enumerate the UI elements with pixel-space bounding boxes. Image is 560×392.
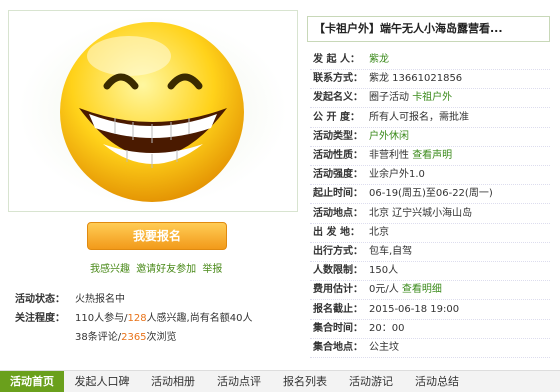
detail-row: 活动地点： 北京 辽宁兴城小海山岛 [313, 204, 472, 224]
detail-key: 发起名义： [313, 92, 363, 103]
detail-row: 活动强度： 业余户外1.0 [313, 165, 425, 185]
detail-key: 起止时间： [313, 188, 363, 199]
detail-row: 费用估计： 0元/人 查看明细 [313, 280, 442, 300]
detail-value: 北京 [369, 227, 389, 238]
detail-link[interactable]: 查看声明 [412, 150, 452, 161]
smiley-face-image [19, 16, 287, 206]
detail-value: 06-19(周五)至06-22(周一) [369, 188, 493, 199]
interested-count[interactable]: 128 [127, 313, 146, 324]
detail-key: 报名截止： [313, 304, 363, 315]
attention-level: 关注程度： 110人参与/128人感兴趣,尚有名额40人 [15, 309, 252, 324]
detail-value: 150人 [369, 265, 399, 276]
detail-key: 活动性质： [313, 150, 363, 161]
detail-row: 联系方式： 紫龙 13661021856 [313, 69, 462, 89]
invite-friends-link[interactable]: 邀请好友参加 [136, 264, 196, 275]
detail-link[interactable]: 紫龙 [369, 54, 389, 65]
tab-reviews[interactable]: 活动点评 [206, 371, 272, 392]
detail-value: 2015-06-18 19:00 [369, 304, 460, 315]
attention-level-line2: 38条评论/2365次浏览 [75, 332, 177, 343]
detail-key: 出行方式： [313, 246, 363, 257]
tab-organizer-reputation[interactable]: 发起人口碑 [64, 371, 140, 392]
detail-link[interactable]: 卡祖户外 [412, 92, 452, 103]
activity-photo-frame [8, 10, 298, 212]
tab-bar: 活动首页 发起人口碑 活动相册 活动点评 报名列表 活动游记 活动总结 [0, 370, 560, 392]
detail-value: 紫龙 13661021856 [369, 73, 463, 84]
detail-row: 起止时间： 06-19(周五)至06-22(周一) [313, 184, 493, 204]
view-count: 2365 [121, 332, 147, 343]
detail-value: 圈子活动 [369, 92, 413, 103]
detail-key: 活动类型： [313, 131, 363, 142]
detail-link[interactable]: 户外休闲 [369, 131, 409, 142]
tab-album[interactable]: 活动相册 [140, 371, 206, 392]
activity-photo[interactable] [19, 16, 287, 206]
tab-summary[interactable]: 活动总结 [404, 371, 470, 392]
attention-label: 关注程度： [15, 313, 65, 324]
detail-key: 集合时间： [313, 323, 363, 334]
detail-key: 发 起 人： [313, 54, 360, 65]
activity-status: 活动状态： 火热报名中 [15, 290, 125, 305]
detail-row: 发 起 人： 紫龙 [313, 50, 389, 70]
detail-row: 出 发 地： 北京 [313, 223, 389, 243]
detail-key: 集合地点： [313, 342, 363, 353]
status-value: 火热报名中 [75, 294, 125, 305]
detail-row: 集合地点： 公主坟 [313, 338, 399, 358]
detail-row: 集合时间： 20：00 [313, 319, 404, 339]
report-link[interactable]: 举报 [202, 264, 222, 275]
interested-link[interactable]: 我感兴趣 [90, 264, 130, 275]
detail-row: 出行方式： 包车,自驾 [313, 242, 412, 262]
detail-row: 发起名义： 圈子活动 卡祖户外 [313, 88, 452, 108]
detail-divider [310, 357, 550, 358]
detail-value: 公主坟 [369, 342, 399, 353]
detail-key: 活动强度： [313, 169, 363, 180]
detail-row: 公 开 度： 所有人可报名，需批准 [313, 108, 469, 128]
signup-button[interactable]: 我要报名 [87, 222, 227, 250]
action-links: 我感兴趣 邀请好友参加 举报 [90, 260, 225, 275]
detail-value: 0元/人 [369, 284, 402, 295]
detail-key: 出 发 地： [313, 227, 360, 238]
tab-travelogue[interactable]: 活动游记 [338, 371, 404, 392]
tab-signup-list[interactable]: 报名列表 [272, 371, 338, 392]
detail-value: 业余户外1.0 [369, 169, 425, 180]
detail-key: 人数限制： [313, 265, 363, 276]
detail-value: 包车,自驾 [369, 246, 413, 257]
detail-link[interactable]: 查看明细 [402, 284, 442, 295]
detail-row: 活动性质： 非营利性 查看声明 [313, 146, 452, 166]
detail-value: 所有人可报名，需批准 [369, 112, 469, 123]
detail-row: 活动类型： 户外休闲 [313, 127, 409, 147]
detail-row: 报名截止： 2015-06-18 19:00 [313, 300, 459, 320]
detail-row: 人数限制： 150人 [313, 261, 398, 281]
detail-value: 非营利性 [369, 150, 413, 161]
tab-home[interactable]: 活动首页 [0, 371, 64, 392]
detail-key: 联系方式： [313, 73, 363, 84]
detail-value: 20：00 [369, 323, 405, 334]
status-label: 活动状态： [15, 294, 65, 305]
detail-key: 活动地点： [313, 208, 363, 219]
detail-value: 北京 辽宁兴城小海山岛 [369, 208, 473, 219]
detail-key: 费用估计： [313, 284, 363, 295]
activity-title: 【卡祖户外】端午无人小海岛露营看... [307, 16, 550, 42]
detail-key: 公 开 度： [313, 112, 360, 123]
